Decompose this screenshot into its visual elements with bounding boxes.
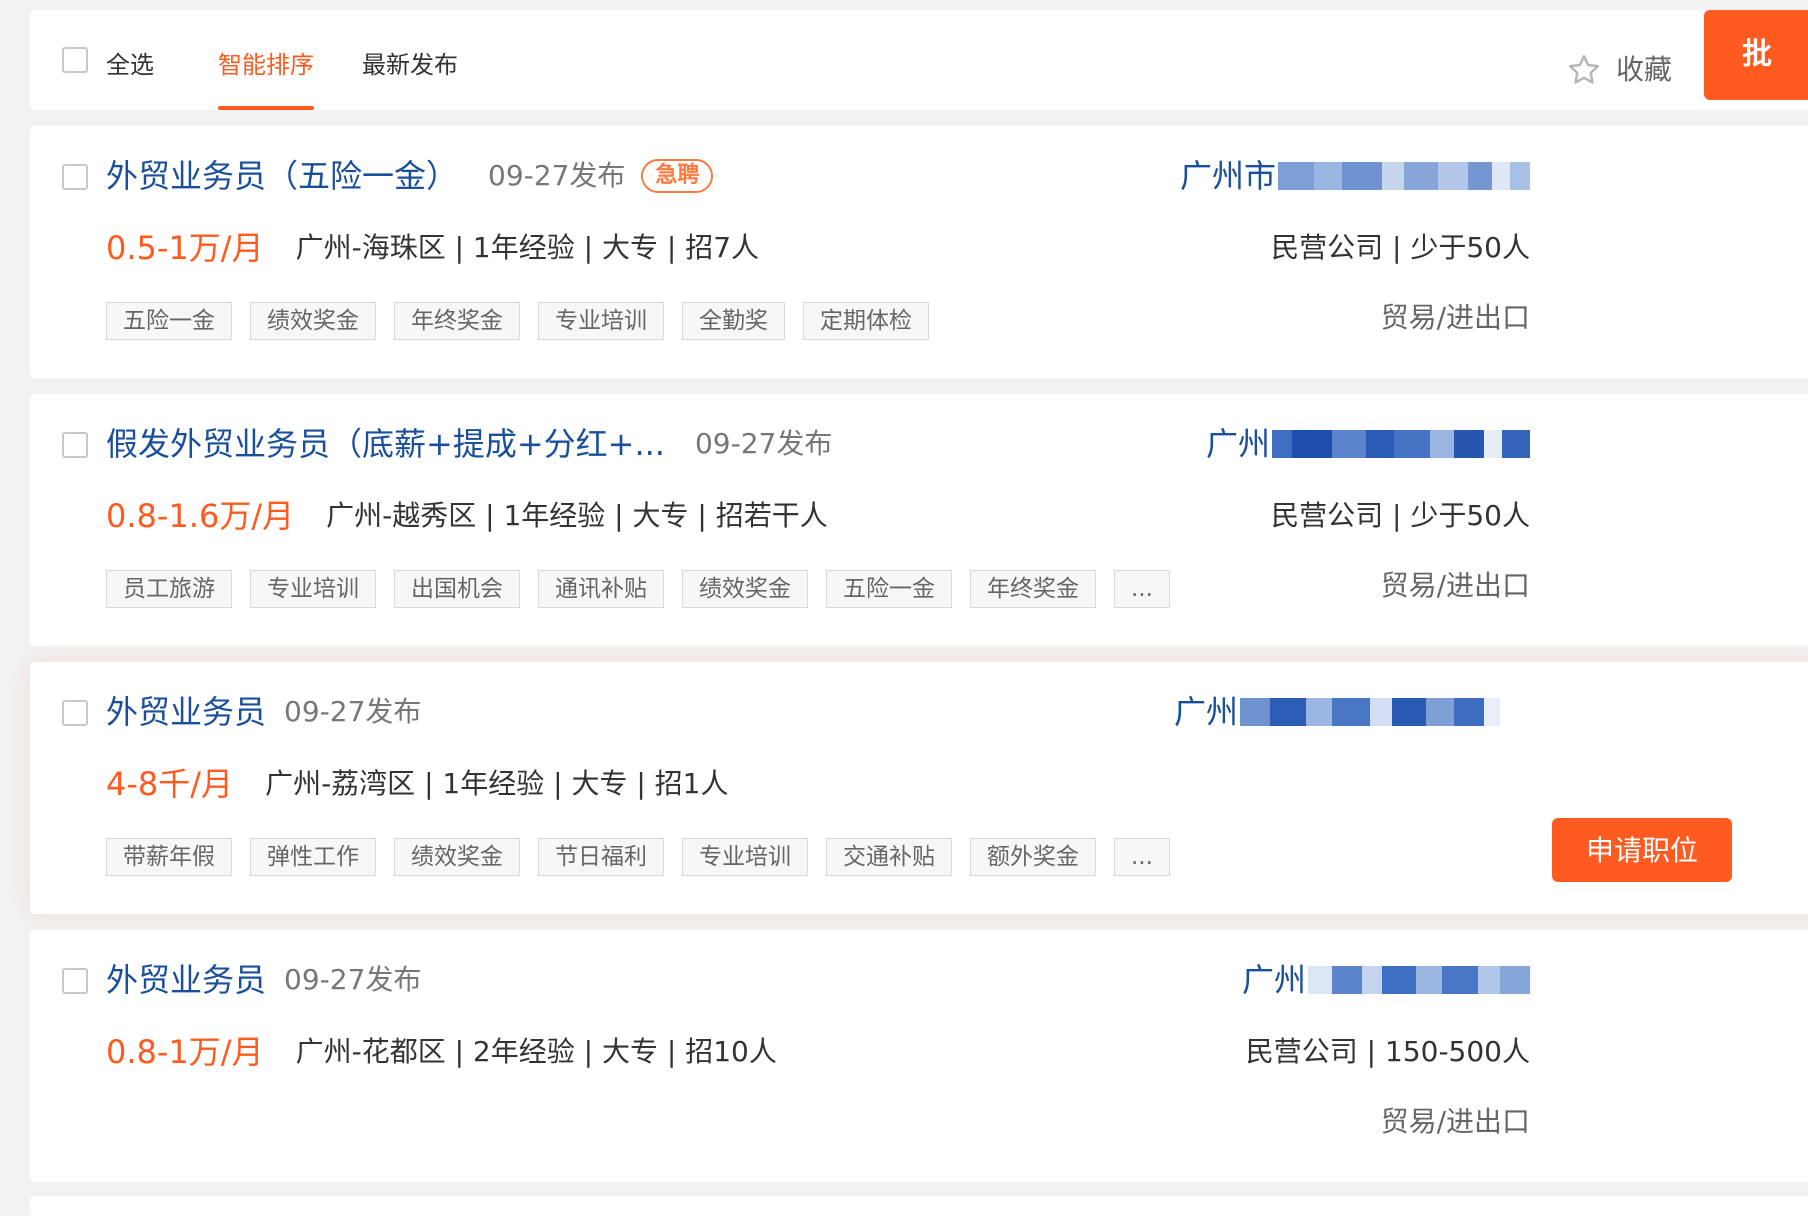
benefit-tag: 通讯补贴 — [538, 570, 664, 608]
company-name: 广州 — [1241, 961, 1306, 999]
post-date: 09-27发布 — [488, 159, 626, 192]
company-industry: 贸易/进出口 — [1380, 1105, 1530, 1138]
job-card-next-partial — [30, 1196, 1808, 1216]
company-industry: 贸易/进出口 — [1380, 301, 1530, 334]
job-card[interactable]: 外贸业务员 09-27发布 4-8千/月 广州-荔湾区 | 1年经验 | 大专 … — [30, 662, 1808, 914]
job-requirements: 广州-花都区 | 2年经验 | 大专 | 招10人 — [295, 1035, 777, 1068]
select-all-checkbox[interactable] — [62, 47, 88, 73]
benefit-tag: 额外奖金 — [970, 838, 1096, 876]
benefit-tags: 员工旅游 专业培训 出国机会 通讯补贴 绩效奖金 五险一金 年终奖金 ... — [106, 570, 1188, 608]
active-tab-indicator — [218, 106, 314, 110]
job-card[interactable]: 外贸业务员（五险一金） 09-27发布 急聘 0.5-1万/月 广州-海珠区 |… — [30, 126, 1808, 378]
job-checkbox[interactable] — [62, 700, 88, 726]
benefit-tag: 年终奖金 — [970, 570, 1096, 608]
job-card[interactable]: 外贸业务员 09-27发布 0.8-1万/月 广州-花都区 | 2年经验 | 大… — [30, 930, 1808, 1182]
tab-smart-sort[interactable]: 智能排序 — [218, 50, 314, 80]
benefit-tag: 带薪年假 — [106, 838, 232, 876]
benefit-tag: 绩效奖金 — [682, 570, 808, 608]
benefit-tag: 绩效奖金 — [394, 838, 520, 876]
benefit-tag: 弹性工作 — [250, 838, 376, 876]
company-info: 民营公司 | 少于50人 — [1271, 231, 1530, 264]
benefit-tags: 五险一金 绩效奖金 年终奖金 专业培训 全勤奖 定期体检 — [106, 302, 947, 340]
apply-job-button[interactable]: 申请职位 — [1552, 818, 1732, 882]
salary: 0.8-1万/月 — [106, 1033, 264, 1071]
job-requirements: 广州-越秀区 | 1年经验 | 大专 | 招若干人 — [326, 499, 828, 532]
company-link[interactable]: 广州 — [1174, 690, 1500, 734]
company-info: 民营公司 | 150-500人 — [1245, 1035, 1530, 1068]
more-tags[interactable]: ... — [1114, 570, 1170, 608]
select-all-label[interactable]: 全选 — [106, 50, 154, 80]
company-info: 民营公司 | 少于50人 — [1271, 499, 1530, 532]
job-requirements: 广州-荔湾区 | 1年经验 | 大专 | 招1人 — [265, 767, 729, 800]
benefit-tag: 出国机会 — [394, 570, 520, 608]
benefit-tag: 专业培训 — [538, 302, 664, 340]
job-requirements: 广州-海珠区 | 1年经验 | 大专 | 招7人 — [295, 231, 760, 264]
company-industry: 贸易/进出口 — [1380, 569, 1530, 602]
benefit-tag: 专业培训 — [682, 838, 808, 876]
company-name-redacted — [1240, 698, 1500, 726]
job-title-link[interactable]: 假发外贸业务员（底薪+提成+分红+... — [106, 422, 665, 466]
company-name: 广州 — [1205, 425, 1270, 463]
company-name-redacted — [1272, 430, 1530, 458]
favorite-button[interactable]: 收藏 — [1566, 52, 1672, 88]
benefit-tag: 全勤奖 — [682, 302, 785, 340]
company-link[interactable]: 广州 — [1242, 958, 1530, 1002]
salary: 0.5-1万/月 — [106, 229, 264, 267]
job-checkbox[interactable] — [62, 164, 88, 190]
benefit-tag: 定期体检 — [803, 302, 929, 340]
company-name-redacted — [1308, 966, 1530, 994]
company-name: 广州 — [1173, 693, 1238, 731]
job-title-link[interactable]: 外贸业务员（五险一金） — [106, 154, 458, 198]
job-title-link[interactable]: 外贸业务员 — [106, 690, 266, 734]
tab-latest[interactable]: 最新发布 — [362, 50, 458, 80]
benefit-tag: 交通补贴 — [826, 838, 952, 876]
job-title-link[interactable]: 外贸业务员 — [106, 958, 266, 1002]
job-checkbox[interactable] — [62, 432, 88, 458]
post-date: 09-27发布 — [694, 427, 833, 460]
post-date: 09-27发布 — [284, 963, 422, 996]
benefit-tag: 年终奖金 — [394, 302, 520, 340]
more-tags[interactable]: ... — [1114, 838, 1170, 876]
benefit-tag: 五险一金 — [106, 302, 232, 340]
salary: 4-8千/月 — [106, 765, 234, 803]
favorite-label: 收藏 — [1616, 53, 1673, 86]
salary: 0.8-1.6万/月 — [106, 497, 295, 535]
job-checkbox[interactable] — [62, 968, 88, 994]
job-card[interactable]: 假发外贸业务员（底薪+提成+分红+... 09-27发布 0.8-1.6万/月 … — [30, 394, 1808, 646]
post-date: 09-27发布 — [284, 695, 422, 728]
benefit-tags: 带薪年假 弹性工作 绩效奖金 节日福利 专业培训 交通补贴 额外奖金 ... — [106, 838, 1188, 876]
star-icon — [1569, 55, 1599, 84]
company-link[interactable]: 广州 — [1206, 422, 1530, 466]
company-name-redacted — [1278, 162, 1530, 190]
list-toolbar: 全选 智能排序 最新发布 收藏 — [30, 10, 1808, 110]
job-list-page: 全选 智能排序 最新发布 收藏 批 外贸业务员（五险一金） 09-27发布 急聘… — [0, 0, 1808, 1216]
benefit-tag: 节日福利 — [538, 838, 664, 876]
benefit-tag: 五险一金 — [826, 570, 952, 608]
benefit-tag: 绩效奖金 — [250, 302, 376, 340]
company-link[interactable]: 广州市 — [1180, 154, 1530, 198]
benefit-tag: 员工旅游 — [106, 570, 232, 608]
company-name: 广州市 — [1179, 157, 1276, 195]
urgent-badge: 急聘 — [641, 159, 714, 193]
bulk-apply-button[interactable]: 批 — [1704, 10, 1808, 100]
benefit-tag: 专业培训 — [250, 570, 376, 608]
